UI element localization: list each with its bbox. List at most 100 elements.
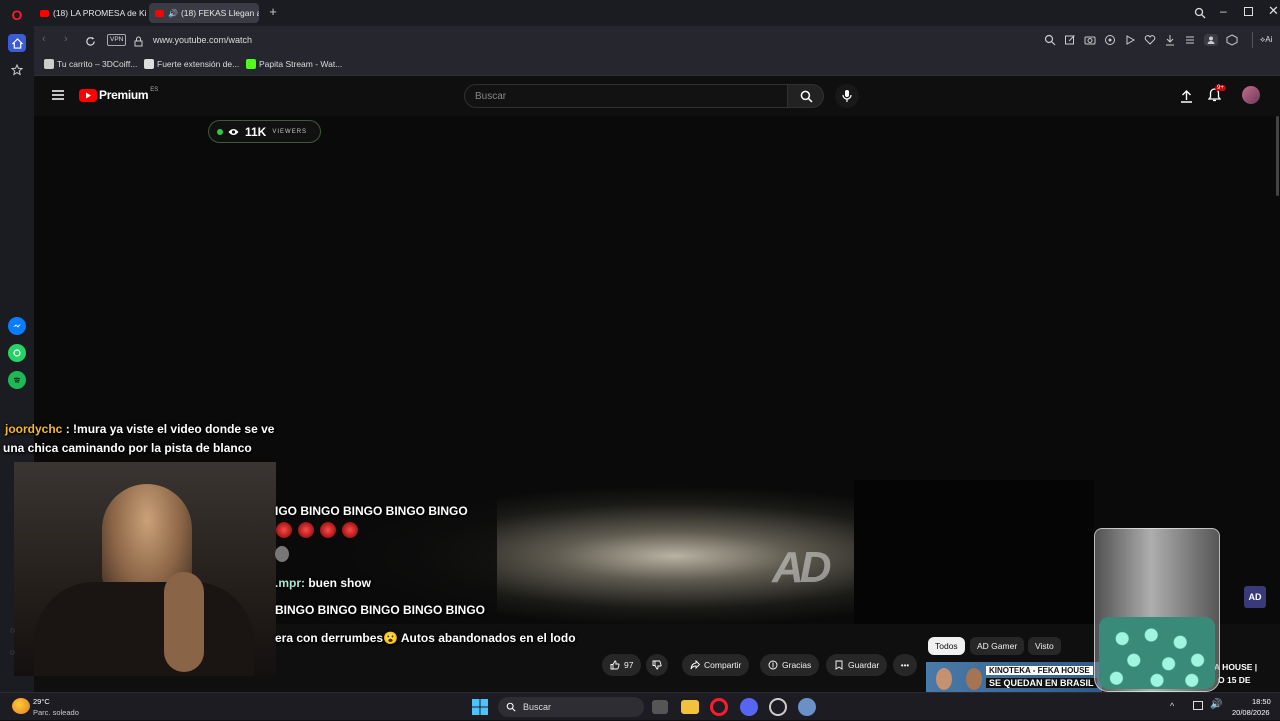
windows-start-icon[interactable] xyxy=(471,698,489,716)
bookmark-item[interactable]: Fuerte extensión de... xyxy=(144,59,239,69)
volume-icon[interactable]: 🔊 xyxy=(1210,699,1222,710)
tab-la-promesa[interactable]: (18) LA PROMESA de King xyxy=(34,3,146,23)
live-dot-icon xyxy=(217,128,223,135)
save-button[interactable]: Guardar xyxy=(826,654,888,676)
hamburger-menu-icon[interactable] xyxy=(52,90,64,100)
recommendation-thumbnail[interactable]: KINOTEKA - FEKA HOUSE SE QUEDAN EN BRASI… xyxy=(926,662,1102,692)
ai-button[interactable]: ⟡Ai xyxy=(1260,35,1272,45)
settings-gear-icon[interactable] xyxy=(798,698,816,716)
toolbar-divider xyxy=(1252,32,1253,48)
bookmark-item[interactable]: Papita Stream - Wat... xyxy=(246,59,342,69)
messenger-icon[interactable] xyxy=(8,317,26,335)
webcam-feed xyxy=(14,462,276,676)
thanks-label: Gracias xyxy=(782,660,812,670)
vpn-badge[interactable]: VPN xyxy=(107,34,127,46)
taskbar-search[interactable]: Buscar xyxy=(498,697,644,717)
tab-label: (18) FEKAS Llegan a la xyxy=(180,8,259,18)
youtube-favicon-icon xyxy=(40,9,49,17)
video-ticker-text: era con derrumbes😮 Autos abandonados en … xyxy=(275,631,576,645)
download-icon[interactable] xyxy=(1164,34,1176,46)
voice-search-button[interactable] xyxy=(835,84,859,108)
region-label: ES xyxy=(150,87,159,93)
file-explorer-icon[interactable] xyxy=(681,700,699,714)
upload-icon[interactable] xyxy=(1180,89,1193,103)
app-icon[interactable] xyxy=(769,698,787,716)
chat-text: buen show xyxy=(305,576,371,590)
home-icon[interactable] xyxy=(8,34,26,52)
recommendation-title[interactable]: A HOUSE | xyxy=(1214,662,1257,672)
profile-icon[interactable] xyxy=(1204,34,1218,46)
youtube-logo[interactable]: Premium ES xyxy=(79,87,159,102)
play-icon[interactable] xyxy=(1124,34,1136,46)
share-icon xyxy=(690,660,700,670)
overlay-box xyxy=(854,480,1094,624)
search-page-icon[interactable] xyxy=(1044,34,1056,46)
tray-monitor-icon[interactable] xyxy=(1193,701,1203,710)
super-thanks-icon xyxy=(768,660,778,670)
heart-icon[interactable] xyxy=(1144,34,1156,46)
spotify-icon[interactable] xyxy=(8,371,26,389)
youtube-favicon-icon xyxy=(155,9,164,17)
search-input[interactable]: Buscar xyxy=(464,84,788,108)
chip-todos[interactable]: Todos xyxy=(928,637,965,655)
bookmark-favicon-icon xyxy=(144,59,154,69)
clock-time[interactable]: 18:50 xyxy=(1252,697,1271,706)
search-button[interactable] xyxy=(788,84,824,108)
channel-corner-logo[interactable]: AD xyxy=(1244,586,1266,608)
camera-icon[interactable] xyxy=(1084,34,1096,46)
back-icon[interactable]: ‹ xyxy=(42,33,46,45)
emote-icon xyxy=(342,522,358,538)
sidebar-icon-small[interactable]: ◌ xyxy=(10,648,15,657)
restore-button[interactable] xyxy=(1244,7,1253,16)
menu-icon[interactable] xyxy=(1184,34,1196,46)
tray-chevron-icon[interactable]: ^ xyxy=(1170,701,1174,711)
channel-watermark: AD xyxy=(772,543,832,592)
bookmarks-bar: Tu carrito – 3DCoiff... Fuerte extensión… xyxy=(34,54,1280,76)
opera-logo-icon[interactable]: O xyxy=(8,6,26,24)
discord-icon[interactable] xyxy=(740,698,758,716)
weather-icon[interactable] xyxy=(12,698,30,714)
dislike-button[interactable] xyxy=(646,654,668,676)
minimize-button[interactable]: – xyxy=(1220,4,1227,18)
share-button[interactable]: Compartir xyxy=(682,654,750,676)
close-window-button[interactable]: ✕ xyxy=(1268,3,1279,19)
chip-visto[interactable]: Visto xyxy=(1028,637,1061,655)
viewer-count: 11K xyxy=(245,124,267,139)
share-label: Compartir xyxy=(704,660,742,670)
thumbs-up-icon xyxy=(610,660,620,670)
ai-label: Ai xyxy=(1265,35,1273,44)
chip-ad-gamer[interactable]: AD Gamer xyxy=(970,637,1025,655)
opera-taskbar-icon[interactable] xyxy=(710,698,728,716)
emote-icon xyxy=(276,522,292,538)
scrollbar[interactable] xyxy=(1276,116,1279,196)
weather-desc[interactable]: Parc. soleado xyxy=(33,708,79,717)
speaker-icon[interactable]: 🔊 xyxy=(168,9,178,18)
url-text[interactable]: www.youtube.com/watch xyxy=(153,35,252,45)
thanks-button[interactable]: Gracias xyxy=(760,654,820,676)
shield-icon[interactable] xyxy=(1104,34,1116,46)
bookmark-item[interactable]: Tu carrito – 3DCoiff... xyxy=(44,59,137,69)
notifications-button[interactable]: 9+ xyxy=(1207,85,1226,107)
avatar[interactable] xyxy=(1242,86,1260,104)
tab-fekas[interactable]: 🔊 (18) FEKAS Llegan a la xyxy=(149,3,259,23)
thumbnail-person xyxy=(966,668,982,690)
forward-icon[interactable]: › xyxy=(64,33,68,45)
edit-icon[interactable] xyxy=(1064,34,1076,46)
emote-icon xyxy=(320,522,336,538)
extensions-icon[interactable] xyxy=(1226,34,1238,46)
sidebar-icon-small[interactable]: ◌ xyxy=(10,626,15,635)
new-tab-button[interactable]: + xyxy=(266,5,280,19)
task-view-icon[interactable] xyxy=(652,700,668,714)
more-actions-button[interactable]: ••• xyxy=(893,654,917,676)
whatsapp-icon[interactable] xyxy=(8,344,26,362)
star-icon[interactable] xyxy=(8,61,26,79)
youtube-play-logo-icon xyxy=(79,88,97,102)
save-label: Guardar xyxy=(848,660,880,670)
reload-icon[interactable] xyxy=(85,34,96,52)
like-button[interactable]: 97 xyxy=(602,654,642,676)
thumbnail-person xyxy=(936,668,952,690)
recommendation-title-line2[interactable]: O 15 DE xyxy=(1218,675,1251,685)
search-tabs-icon[interactable] xyxy=(1194,6,1206,24)
weather-temp[interactable]: 29°C xyxy=(33,697,50,706)
clock-date[interactable]: 20/08/2026 xyxy=(1232,708,1270,717)
